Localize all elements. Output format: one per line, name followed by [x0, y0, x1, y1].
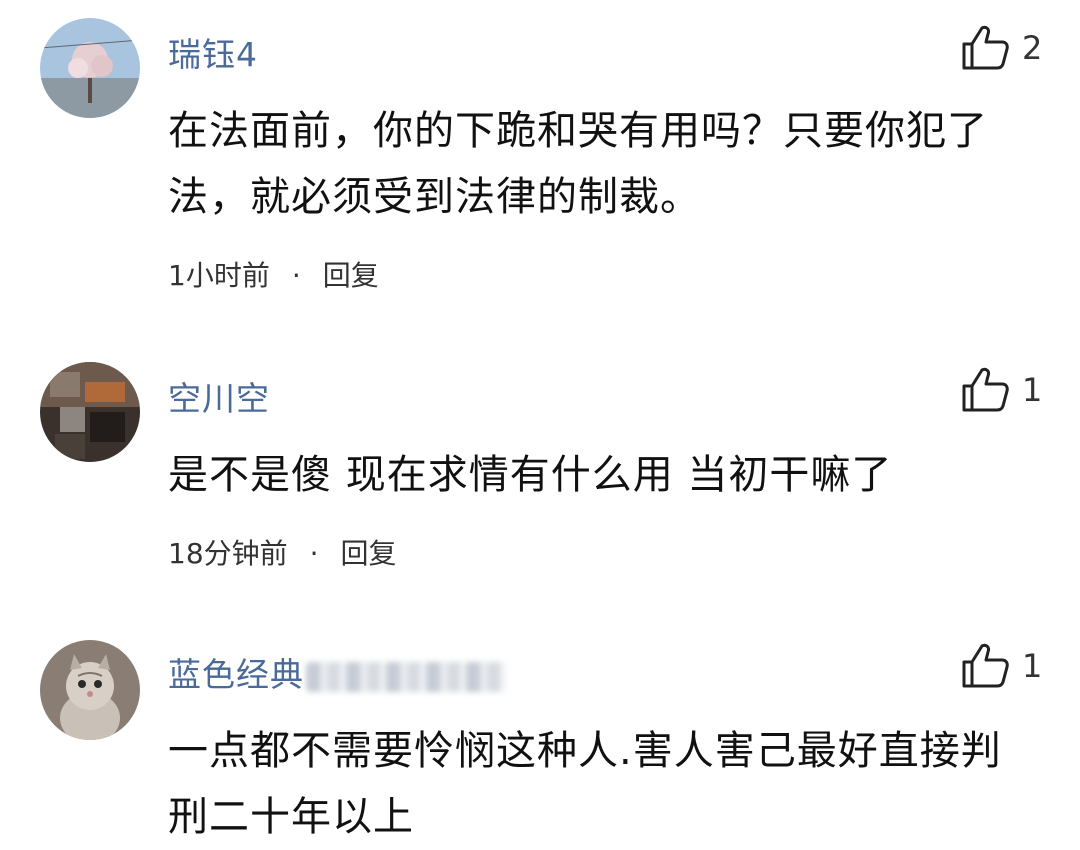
reply-button[interactable]: 回复: [323, 259, 379, 292]
reply-button[interactable]: 回复: [341, 537, 397, 570]
separator-dot: ·: [309, 537, 319, 570]
like-count: 1: [1022, 371, 1043, 409]
comment-item: 空川空 1 是不是傻 现在求情有什么用 当初干嘛了 18分钟前 · 回复: [0, 340, 1080, 620]
comment-item: 蓝色经典 1 一点都不需要怜悯这种人.害人害己最好直接判刑二十年以上: [0, 620, 1080, 847]
comment-text: 在法面前，你的下跪和哭有用吗？只要你犯了法，就必须受到法律的制裁。: [168, 108, 988, 220]
thumbs-up-icon[interactable]: [960, 24, 1012, 72]
like-count: 2: [1022, 29, 1043, 67]
comment-item: 瑞钰4 2 在法面前，你的下跪和哭有用吗？只要你犯了法，就必须受到法律的制裁。 …: [0, 0, 1080, 320]
separator-dot: ·: [291, 259, 301, 292]
comment-text: 是不是傻 现在求情有什么用 当初干嘛了: [168, 452, 893, 498]
blurred-username-suffix: [306, 661, 506, 692]
like-button[interactable]: 1: [960, 366, 1042, 414]
avatar[interactable]: [40, 640, 140, 740]
comment-meta: 18分钟前 · 回复: [168, 532, 397, 572]
username-text[interactable]: 瑞钰4: [168, 35, 258, 74]
username[interactable]: 蓝色经典: [168, 648, 506, 696]
username[interactable]: 瑞钰4: [168, 28, 258, 76]
username-text[interactable]: 蓝色经典: [168, 655, 304, 694]
thumbs-up-icon[interactable]: [960, 366, 1012, 414]
timestamp: 18分钟前: [168, 537, 288, 570]
thumbs-up-icon[interactable]: [960, 642, 1012, 690]
username[interactable]: 空川空: [168, 372, 270, 420]
like-button[interactable]: 2: [960, 24, 1042, 72]
username-text[interactable]: 空川空: [168, 379, 270, 418]
comment-text: 一点都不需要怜悯这种人.害人害己最好直接判刑二十年以上: [168, 728, 1002, 840]
comment-meta: 1小时前 · 回复: [168, 254, 379, 294]
timestamp: 1小时前: [168, 259, 270, 292]
avatar[interactable]: [40, 362, 140, 462]
avatar[interactable]: [40, 18, 140, 118]
like-button[interactable]: 1: [960, 642, 1042, 690]
like-count: 1: [1022, 647, 1043, 685]
